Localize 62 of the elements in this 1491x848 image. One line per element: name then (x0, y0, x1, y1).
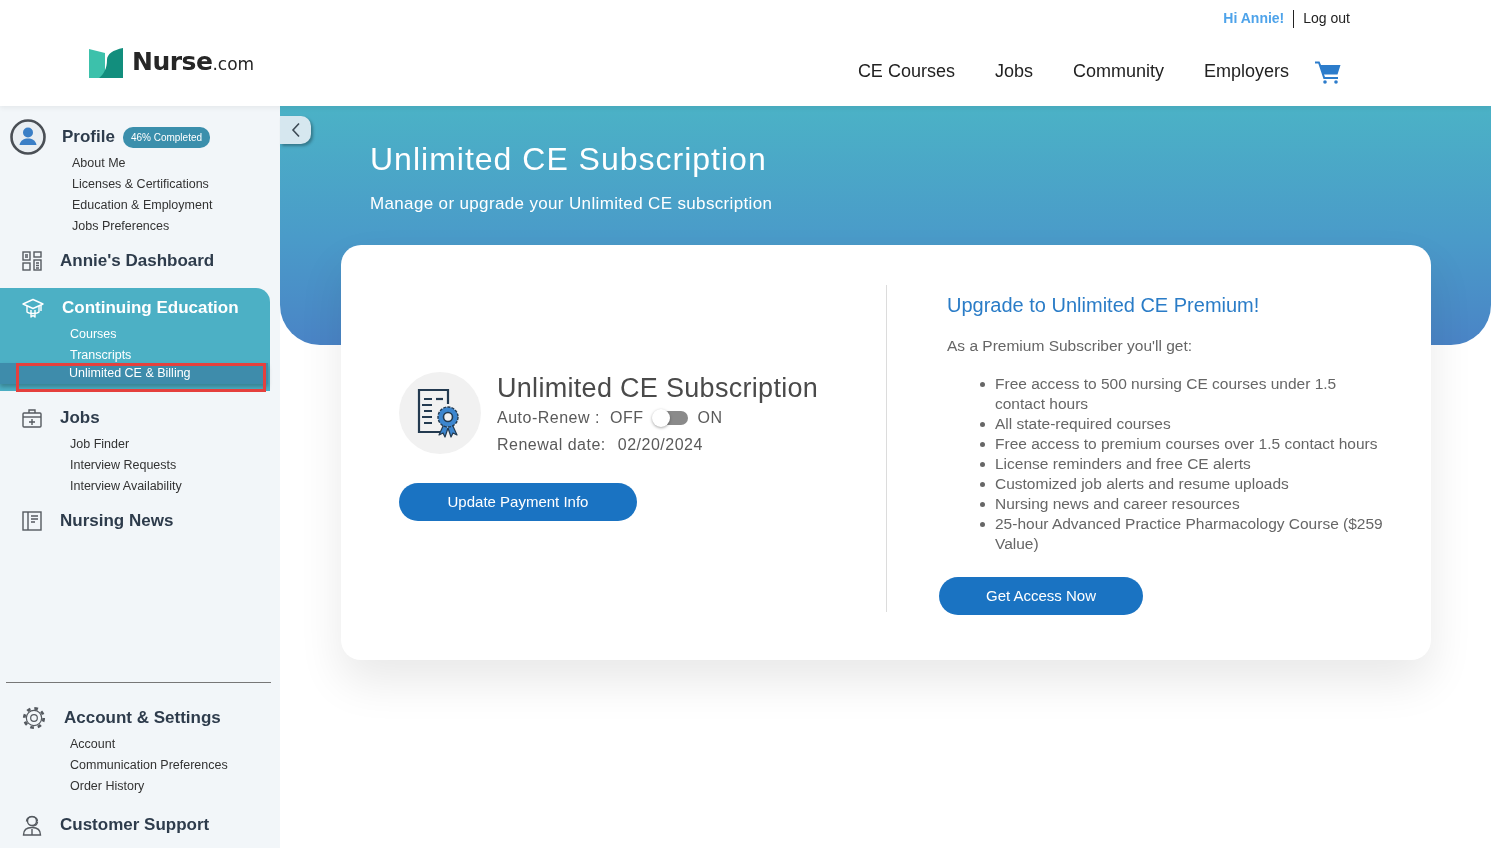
benefit-text: Free access to premium courses over 1.5 contact hours (995, 434, 1378, 455)
toggle-on-label: ON (697, 408, 723, 428)
certificate-icon (399, 372, 481, 454)
auto-renew-label: Auto-Renew : (497, 408, 600, 428)
benefit-text: Free access to 500 nursing CE courses under 1.5 contact hours (995, 374, 1338, 415)
toggle-off-label: OFF (609, 408, 644, 428)
benefits-intro: As a Premium Subscriber you'll get: (947, 336, 1193, 356)
bullet-icon (980, 522, 985, 528)
subscription-title: Unlimited CE Subscription (497, 372, 819, 404)
upgrade-heading: Upgrade to Unlimited CE Premium! (947, 293, 1260, 318)
sidebar-subitem[interactable]: Jobs Preferences (72, 216, 170, 237)
sidebar-item[interactable]: Nursing News (60, 508, 174, 534)
graduation-cap-icon (22, 298, 44, 318)
bullet-icon (980, 462, 985, 468)
sidebar-item[interactable]: Jobs (60, 405, 100, 431)
nav-link[interactable]: Community (1072, 58, 1164, 85)
newspaper-icon (22, 511, 42, 531)
renewal-date-value: 02/20/2024 (617, 435, 703, 455)
bullet-icon (980, 382, 985, 388)
sidebar-subitem[interactable]: Account (70, 734, 116, 755)
medical-kit-icon (22, 408, 42, 428)
benefit-text: Nursing news and career resources (995, 494, 1240, 515)
nav-link[interactable]: Jobs (994, 58, 1033, 85)
chevron-left-icon (290, 122, 301, 138)
update-payment-button[interactable]: Update Payment Info (399, 483, 637, 521)
bullet-icon (980, 482, 985, 488)
sidebar-item[interactable]: Profile (62, 124, 115, 150)
sidebar-subitem[interactable]: Communication Preferences (70, 755, 228, 776)
page-subtitle: Manage or upgrade your Unlimited CE subscription (370, 193, 773, 215)
sidebar-item[interactable]: Customer Support (60, 812, 210, 838)
sidebar-subitem[interactable]: Licenses & Certifications (72, 174, 209, 195)
sidebar-subitem[interactable]: Order History (70, 776, 145, 797)
collapse-sidebar-button[interactable] (280, 116, 311, 144)
settings-icon (22, 706, 46, 730)
headset-person-icon (22, 814, 42, 836)
bullet-icon (980, 442, 985, 448)
sidebar-item[interactable]: Annie's Dashboard (60, 248, 215, 274)
nav-link[interactable]: Employers (1203, 58, 1289, 85)
sidebar-subitem[interactable]: Interview Requests (70, 455, 177, 476)
benefit-text: 25-hour Advanced Practice Pharmacology Course ($259 Value) (995, 514, 1384, 555)
dashboard-icon (22, 251, 42, 271)
bullet-icon (980, 502, 985, 508)
sidebar-subitem[interactable]: Education & Employment (72, 195, 213, 216)
nav-link[interactable]: CE Courses (857, 58, 955, 85)
logo-icon[interactable] (89, 48, 123, 78)
renewal-date-label: Renewal date: (497, 435, 606, 455)
get-access-button[interactable]: Get Access Now (939, 577, 1143, 616)
logout-link[interactable]: Log out (1303, 8, 1350, 29)
cart-icon[interactable] (1315, 59, 1341, 84)
sidebar-subitem[interactable]: Job Finder (70, 434, 130, 455)
progress-badge: 46% Completed (122, 126, 211, 148)
sidebar-item[interactable]: Account & Settings (64, 705, 221, 731)
sidebar-subitem[interactable]: About Me (72, 153, 126, 174)
logo-wordmark[interactable]: Nurse.com (132, 47, 255, 79)
bullet-icon (980, 422, 985, 428)
benefit-text: License reminders and free CE alerts (995, 454, 1251, 475)
sidebar-subitem[interactable]: Interview Availability (70, 476, 182, 497)
auto-renew-toggle[interactable] (652, 409, 689, 427)
benefit-text: Customized job alerts and resume uploads (995, 474, 1289, 495)
benefit-text: All state-required courses (995, 414, 1171, 435)
page-title: Unlimited CE Subscription (370, 140, 767, 178)
avatar-icon (10, 119, 46, 155)
